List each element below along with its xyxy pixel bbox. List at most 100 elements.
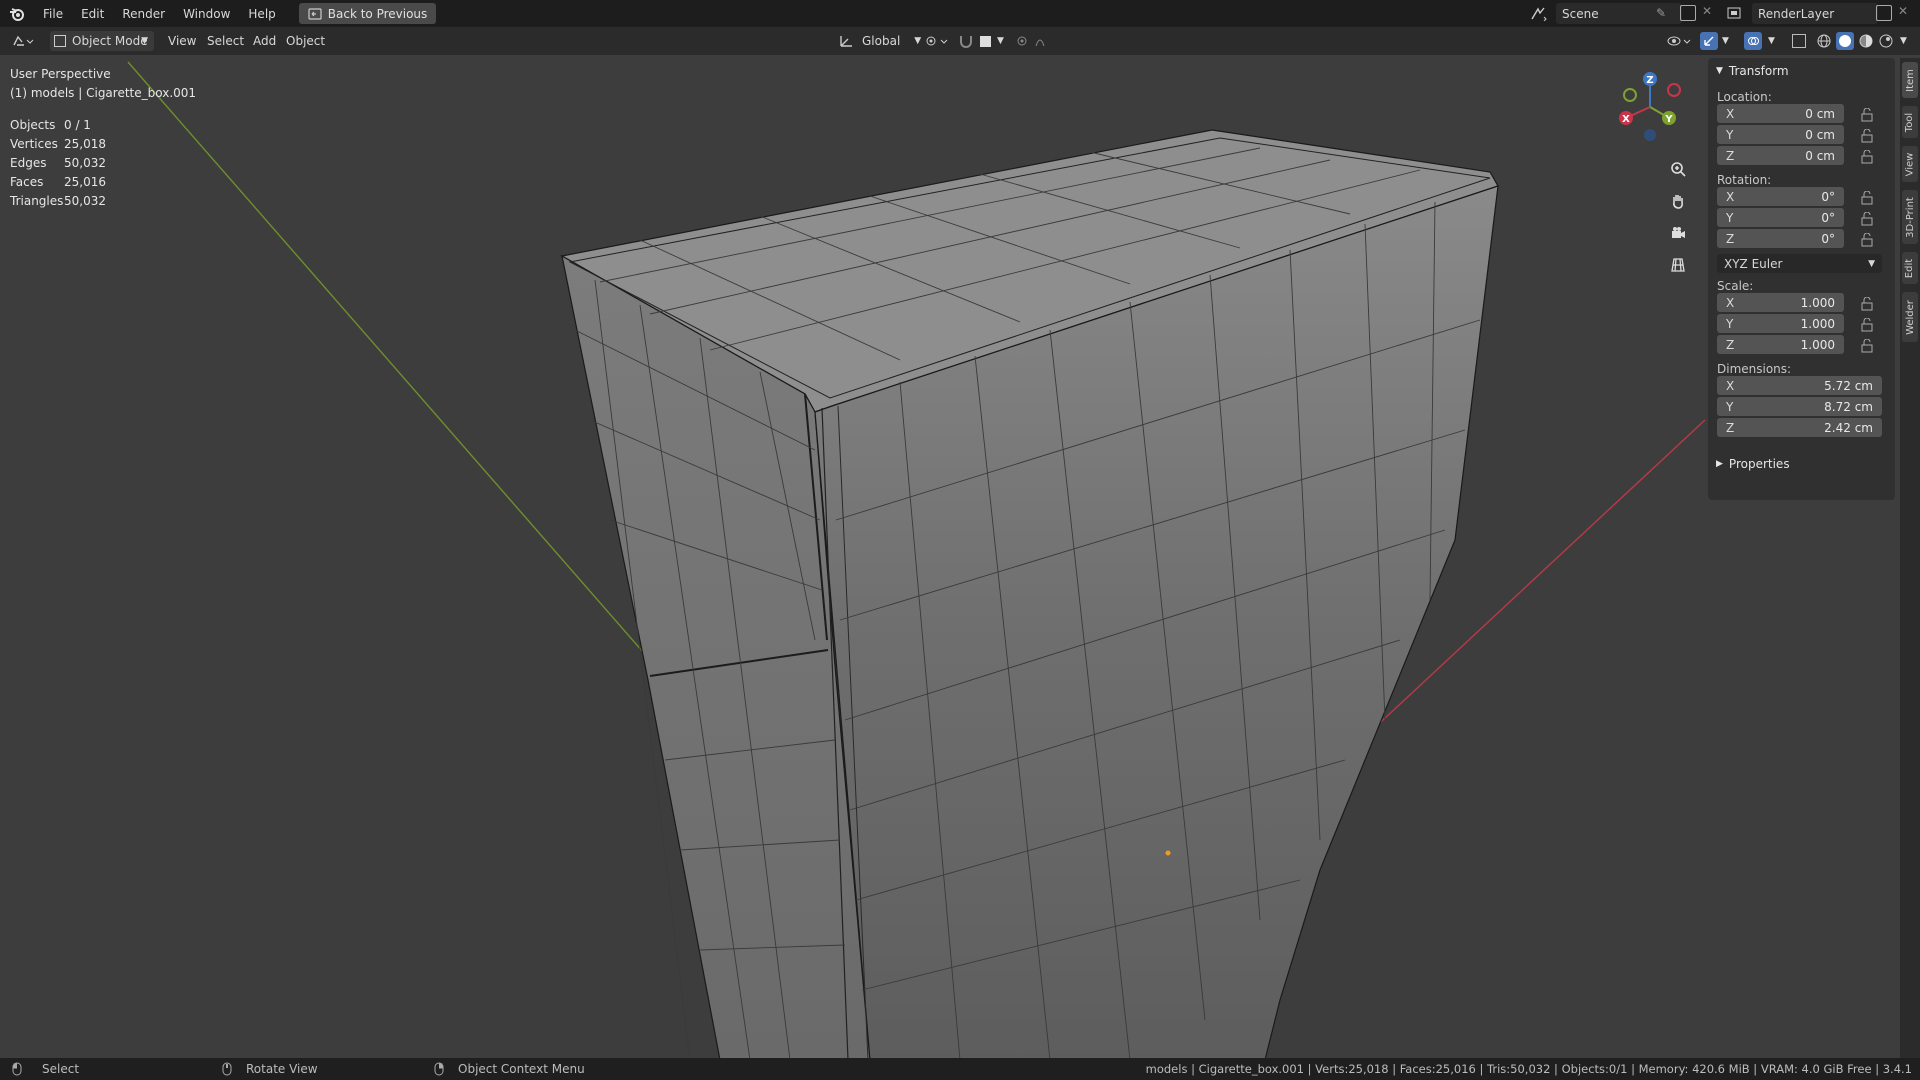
stat-row: Triangles 50,032 bbox=[10, 191, 106, 210]
location-x-field[interactable]: X 0 cm bbox=[1717, 104, 1844, 123]
status-select-label: Select bbox=[42, 1062, 80, 1076]
rotation-x-field[interactable]: X 0° bbox=[1717, 187, 1844, 206]
lock-icon[interactable] bbox=[1860, 338, 1874, 353]
render-layer-field[interactable]: RenderLayer bbox=[1752, 3, 1878, 24]
navigation-gizmo[interactable]: Z Y X bbox=[1610, 67, 1690, 147]
y-axis-line bbox=[127, 61, 651, 661]
solid-shading-icon[interactable] bbox=[1836, 32, 1854, 50]
blender-logo-icon[interactable] bbox=[0, 0, 34, 27]
field-value: 8.72 cm bbox=[1824, 399, 1873, 414]
properties-header[interactable]: ▶ Properties bbox=[1708, 451, 1895, 477]
stat-label: Faces bbox=[10, 174, 44, 189]
render-layer-icon[interactable] bbox=[1722, 5, 1748, 23]
ortho-grid-icon[interactable] bbox=[1664, 251, 1692, 279]
gizmo-toggle-icon[interactable] bbox=[1700, 32, 1718, 50]
lock-icon[interactable] bbox=[1860, 190, 1874, 205]
menu-select[interactable]: Select bbox=[207, 27, 244, 55]
menu-render[interactable]: Render bbox=[113, 7, 174, 21]
visibility-icon[interactable] bbox=[1666, 27, 1692, 55]
gizmo-dropdown-icon[interactable]: ▼ bbox=[1722, 27, 1729, 55]
tab-label: Item bbox=[1904, 68, 1916, 92]
back-to-previous-button[interactable]: Back to Previous bbox=[298, 3, 437, 24]
object-origin bbox=[1165, 850, 1171, 856]
stat-value: 50,032 bbox=[64, 193, 106, 208]
zoom-icon[interactable] bbox=[1664, 155, 1692, 183]
tab-tool[interactable]: Tool bbox=[1902, 106, 1918, 138]
field-value: 0 cm bbox=[1805, 148, 1835, 163]
menu-file[interactable]: File bbox=[34, 7, 72, 21]
snap-target-icon[interactable]: ▼ bbox=[980, 27, 1004, 55]
tab-view[interactable]: View bbox=[1902, 146, 1918, 182]
axis-label: X bbox=[1726, 106, 1735, 121]
dimensions-z-field[interactable]: Z 2.42 cm bbox=[1717, 418, 1882, 437]
lock-icon[interactable] bbox=[1860, 149, 1874, 164]
xray-toggle-icon[interactable] bbox=[1792, 27, 1806, 55]
material-shading-icon[interactable] bbox=[1858, 27, 1874, 55]
menu-edit[interactable]: Edit bbox=[72, 7, 113, 21]
location-z-field[interactable]: Z 0 cm bbox=[1717, 146, 1844, 165]
tab-welder[interactable]: Welder bbox=[1902, 292, 1918, 342]
dimensions-y-field[interactable]: Y 8.72 cm bbox=[1717, 397, 1882, 416]
scene-statistics: Objects 0 / 1 Vertices 25,018 Edges 50,032 … bbox=[10, 115, 106, 210]
tab-label: View bbox=[1904, 152, 1916, 176]
camera-view-icon[interactable] bbox=[1664, 219, 1692, 247]
lock-icon[interactable] bbox=[1860, 128, 1874, 143]
proportional-edit-icon[interactable] bbox=[1016, 27, 1056, 55]
field-value: 0° bbox=[1821, 189, 1835, 204]
field-value: 2.42 cm bbox=[1824, 420, 1873, 435]
pin-icon[interactable]: ✎ bbox=[1656, 6, 1666, 20]
lock-icon[interactable] bbox=[1860, 317, 1874, 332]
tab-label: Welder bbox=[1904, 299, 1916, 335]
orientation-icon bbox=[840, 36, 852, 47]
snap-icon[interactable] bbox=[958, 27, 974, 55]
rendered-shading-icon[interactable] bbox=[1878, 27, 1894, 55]
axis-label: X bbox=[1726, 189, 1735, 204]
scale-x-field[interactable]: X 1.000 bbox=[1717, 293, 1844, 312]
scene-selector-icon[interactable] bbox=[1526, 5, 1552, 23]
location-y-field[interactable]: Y 0 cm bbox=[1717, 125, 1844, 144]
rotation-mode-dropdown[interactable]: XYZ Euler ▼ bbox=[1717, 254, 1882, 273]
tab-edit[interactable]: Edit bbox=[1902, 252, 1918, 284]
rotation-y-field[interactable]: Y 0° bbox=[1717, 208, 1844, 227]
rotation-label: Rotation: bbox=[1717, 173, 1772, 187]
editor-type-icon[interactable] bbox=[12, 27, 34, 55]
3d-viewport[interactable]: User Perspective (1) models | Cigarette_… bbox=[0, 55, 1920, 1058]
stat-value: 0 / 1 bbox=[64, 117, 91, 132]
pivot-point-icon[interactable] bbox=[924, 27, 950, 55]
transform-orientation-dropdown[interactable]: Global ▼ bbox=[838, 27, 921, 55]
rotation-z-field[interactable]: Z 0° bbox=[1717, 229, 1844, 248]
lock-icon[interactable] bbox=[1860, 107, 1874, 122]
menu-object[interactable]: Object bbox=[286, 27, 325, 55]
menu-view[interactable]: View bbox=[168, 27, 196, 55]
lock-icon[interactable] bbox=[1860, 232, 1874, 247]
scale-z-field[interactable]: Z 1.000 bbox=[1717, 335, 1844, 354]
menu-window[interactable]: Window bbox=[174, 7, 239, 21]
lock-icon[interactable] bbox=[1860, 296, 1874, 311]
overlay-dropdown-icon[interactable]: ▼ bbox=[1768, 27, 1775, 55]
scale-y-field[interactable]: Y 1.000 bbox=[1717, 314, 1844, 333]
tab-label: 3D-Print bbox=[1904, 196, 1916, 238]
transform-header[interactable]: ▼ Transform bbox=[1708, 58, 1895, 84]
orientation-label: Global bbox=[862, 34, 901, 48]
object-mode-dropdown[interactable]: Object Mode ▼ bbox=[50, 31, 154, 51]
stat-value: 25,016 bbox=[64, 174, 106, 189]
status-select: Select bbox=[12, 1058, 79, 1080]
location-label: Location: bbox=[1717, 90, 1772, 104]
pan-hand-icon[interactable] bbox=[1664, 187, 1692, 215]
overlay-toggle-icon[interactable] bbox=[1744, 32, 1762, 50]
wireframe-shading-icon[interactable] bbox=[1816, 27, 1832, 55]
dimensions-x-field[interactable]: X 5.72 cm bbox=[1717, 376, 1882, 395]
field-value: 0 cm bbox=[1805, 127, 1835, 142]
tab-item[interactable]: Item bbox=[1902, 62, 1918, 98]
close-scene-icon[interactable]: ✕ bbox=[1702, 4, 1712, 18]
new-layer-icon[interactable] bbox=[1876, 5, 1892, 21]
tab-3d-print[interactable]: 3D-Print bbox=[1902, 190, 1918, 244]
new-scene-icon[interactable] bbox=[1680, 5, 1696, 21]
close-layer-icon[interactable]: ✕ bbox=[1898, 4, 1908, 18]
lock-icon[interactable] bbox=[1860, 211, 1874, 226]
transform-title: Transform bbox=[1728, 64, 1789, 78]
menu-add[interactable]: Add bbox=[253, 27, 276, 55]
tab-label: Edit bbox=[1904, 258, 1916, 278]
menu-help[interactable]: Help bbox=[239, 7, 284, 21]
shading-dropdown-icon[interactable]: ▼ bbox=[1900, 27, 1907, 55]
